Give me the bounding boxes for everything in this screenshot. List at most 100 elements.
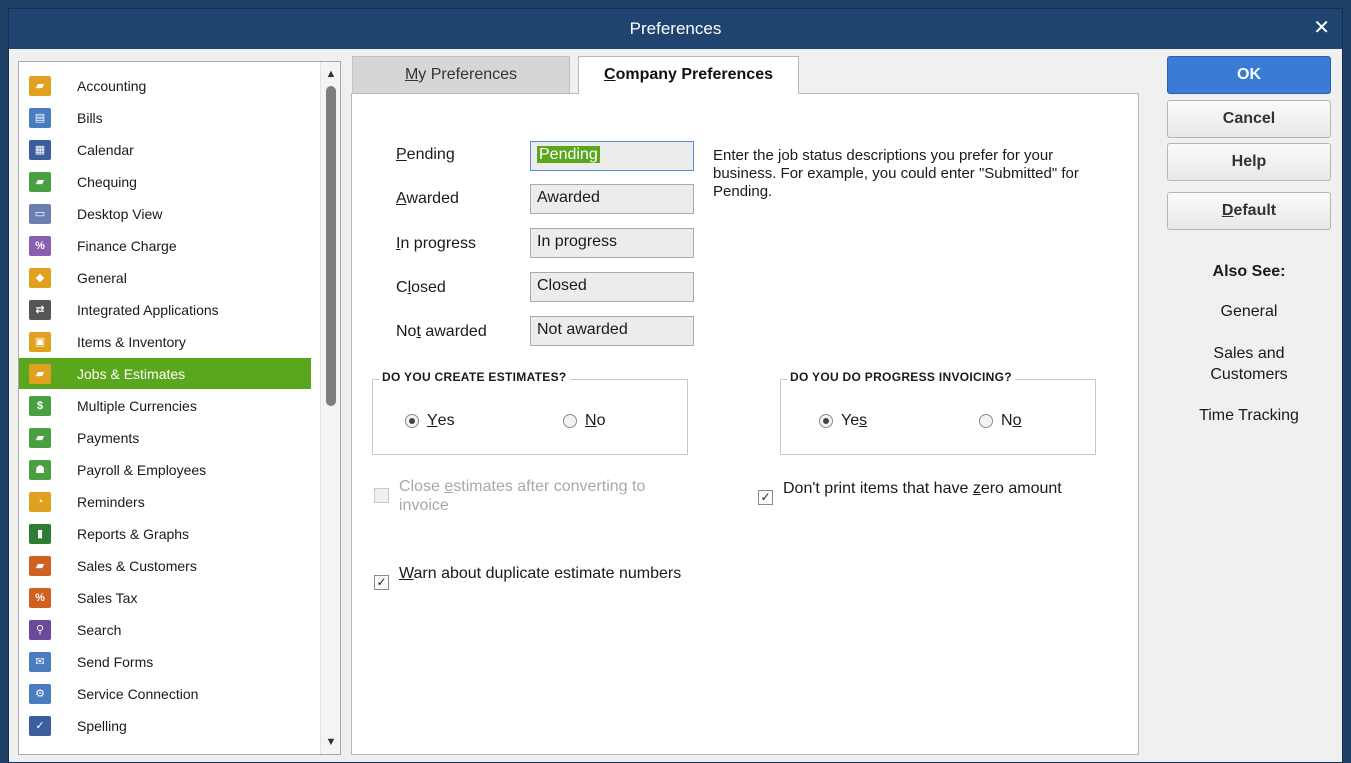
in-progress-field[interactable]: In progress xyxy=(530,228,694,258)
payroll-employees-icon: ☗ xyxy=(29,459,51,480)
scroll-down-icon[interactable]: ▼ xyxy=(321,732,340,752)
warn-duplicate-checkbox[interactable]: ✓ Warn about duplicate estimate numbers xyxy=(374,564,694,590)
tab-company-preferences-label: ompany Preferences xyxy=(615,66,773,83)
progress-no-radio[interactable]: No xyxy=(979,412,1021,430)
scroll-thumb[interactable] xyxy=(326,86,336,406)
category-label: Calendar xyxy=(77,141,134,158)
close-estimates-label: Close estimates after converting to invo… xyxy=(399,478,646,514)
ok-button[interactable]: OK xyxy=(1167,56,1331,94)
reports-graphs-icon: ▮ xyxy=(29,523,51,544)
bills-icon: ▤ xyxy=(29,107,51,128)
category-label: Sales & Customers xyxy=(77,557,197,574)
closed-field[interactable]: Closed xyxy=(530,272,694,302)
payments-icon: ▰ xyxy=(29,427,51,448)
category-label: Spelling xyxy=(77,717,127,734)
category-item-desktop-view[interactable]: ▭ Desktop View xyxy=(19,198,311,229)
not-awarded-field[interactable]: Not awarded xyxy=(530,316,694,346)
tab-company-preferences-mnemonic: C xyxy=(604,66,616,83)
calendar-icon: ▦ xyxy=(29,139,51,160)
also-see-time-tracking-link[interactable]: Time Tracking xyxy=(1167,405,1331,426)
cancel-button[interactable]: Cancel xyxy=(1167,100,1331,138)
category-item-sales-customers[interactable]: ▰ Sales & Customers xyxy=(19,550,311,581)
category-label: Items & Inventory xyxy=(77,333,186,350)
category-item-send-forms[interactable]: ✉ Send Forms xyxy=(19,646,311,677)
category-item-finance-charge[interactable]: % Finance Charge xyxy=(19,230,311,261)
category-label: Finance Charge xyxy=(77,237,177,254)
close-icon[interactable]: ✕ xyxy=(1313,9,1330,49)
also-see-general-link[interactable]: General xyxy=(1167,301,1331,322)
chequing-icon: ▰ xyxy=(29,171,51,192)
help-button[interactable]: Help xyxy=(1167,143,1331,181)
category-label: Reminders xyxy=(77,493,145,510)
category-label: Multiple Currencies xyxy=(77,397,197,414)
category-item-accounting[interactable]: ▰ Accounting xyxy=(19,70,311,101)
category-item-sales-tax[interactable]: % Sales Tax xyxy=(19,582,311,613)
awarded-field[interactable]: Awarded xyxy=(530,184,694,214)
category-item-payroll-employees[interactable]: ☗ Payroll & Employees xyxy=(19,454,311,485)
zero-amount-checkbox[interactable]: ✓ Don't print items that have zero amoun… xyxy=(758,479,1078,505)
title-bar[interactable]: Preferences ✕ xyxy=(9,9,1342,49)
category-item-calendar[interactable]: ▦ Calendar xyxy=(19,134,311,165)
category-item-bills[interactable]: ▤ Bills xyxy=(19,102,311,133)
category-label: Search xyxy=(77,621,122,638)
category-item-search[interactable]: ⚲ Search xyxy=(19,614,311,645)
category-label: Payments xyxy=(77,429,140,446)
category-label: Bills xyxy=(77,109,103,126)
category-item-multiple-currencies[interactable]: $ Multiple Currencies xyxy=(19,390,311,421)
estimates-yes-radio[interactable]: Yes xyxy=(405,412,455,430)
progress-invoicing-title: DO YOU DO PROGRESS INVOICING? xyxy=(787,370,1015,384)
category-label: Reports & Graphs xyxy=(77,525,190,542)
checkbox-checked-icon: ✓ xyxy=(758,490,773,505)
pending-label: Pending xyxy=(396,146,455,163)
create-estimates-title: DO YOU CREATE ESTIMATES? xyxy=(379,370,570,384)
general-icon: ◆ xyxy=(29,267,51,288)
category-item-reports-graphs[interactable]: ▮ Reports & Graphs xyxy=(19,518,311,549)
category-item-jobs-estimates[interactable]: ▰ Jobs & Estimates xyxy=(19,358,311,389)
reminders-icon: ◔ xyxy=(29,491,51,512)
awarded-label: Awarded xyxy=(396,190,459,207)
category-label: Sales Tax xyxy=(77,589,138,606)
category-item-general[interactable]: ◆ General xyxy=(19,262,311,293)
progress-invoicing-group: DO YOU DO PROGRESS INVOICING? Ye s No xyxy=(780,370,1096,455)
also-see-sales-customers-link[interactable]: Sales and Customers xyxy=(1167,343,1331,385)
create-estimates-group: DO YOU CREATE ESTIMATES? Yes No xyxy=(372,370,688,455)
category-item-reminders[interactable]: ◔ Reminders xyxy=(19,486,311,517)
close-estimates-checkbox[interactable]: Close estimates after converting to invo… xyxy=(374,477,694,515)
progress-yes-radio[interactable]: Ye s xyxy=(819,412,867,430)
status-help-text: Enter the job status descriptions you pr… xyxy=(713,147,1079,200)
preference-category-list[interactable]: ✓ Spelling ⚙ Service Connection ✉ Send Forms ⚲… xyxy=(18,61,341,755)
spelling-icon: ✓ xyxy=(29,715,51,736)
sales-tax-icon: % xyxy=(29,587,51,608)
category-label: Jobs & Estimates xyxy=(77,365,186,382)
multiple-currencies-icon: $ xyxy=(29,395,51,416)
category-item-chequing[interactable]: ▰ Chequing xyxy=(19,166,311,197)
zero-amount-label: Don't print items that have zero amount xyxy=(783,480,1062,497)
category-item-integrated-applications[interactable]: ⇄ Integrated Applications xyxy=(19,294,311,325)
category-item-spelling[interactable]: ✓ Spelling xyxy=(19,710,311,741)
category-item-items-inventory[interactable]: ▣ Items & Inventory xyxy=(19,326,311,357)
category-item-service-connection[interactable]: ⚙ Service Connection xyxy=(19,678,311,709)
accounting-icon: ▰ xyxy=(29,75,51,96)
category-item-payments[interactable]: ▰ Payments xyxy=(19,422,311,453)
tab-my-preferences[interactable]: My Preferences xyxy=(352,56,570,94)
checkbox-checked-icon: ✓ xyxy=(374,575,389,590)
default-button[interactable]: Default xyxy=(1167,192,1331,230)
also-see-title: Also See: xyxy=(1212,263,1286,280)
pending-field[interactable]: Pending xyxy=(530,141,694,171)
tab-my-preferences-label: y Preferences xyxy=(418,66,518,83)
radio-unselected-icon xyxy=(563,414,577,428)
integrated-apps-icon: ⇄ xyxy=(29,299,51,320)
category-label: Service Connection xyxy=(77,685,199,702)
scroll-up-icon[interactable]: ▲ xyxy=(321,64,340,84)
company-preferences-panel: Pending Pending Awarded Awarded In progr… xyxy=(351,93,1139,755)
estimates-no-radio[interactable]: No xyxy=(563,412,605,430)
category-list-scrollbar[interactable]: ▲ ▼ xyxy=(320,62,340,754)
in-progress-label: In progress xyxy=(396,235,477,252)
finance-charge-icon: % xyxy=(29,235,51,256)
category-label: Send Forms xyxy=(77,653,154,670)
preferences-dialog: Preferences ✕ ✓ Spelling ⚙ Service Connecti… xyxy=(8,8,1343,763)
category-label: Desktop View xyxy=(77,205,163,222)
category-label: Accounting xyxy=(77,77,147,94)
checkbox-unchecked-icon xyxy=(374,488,389,503)
tab-company-preferences[interactable]: Company Preferences xyxy=(578,56,799,94)
